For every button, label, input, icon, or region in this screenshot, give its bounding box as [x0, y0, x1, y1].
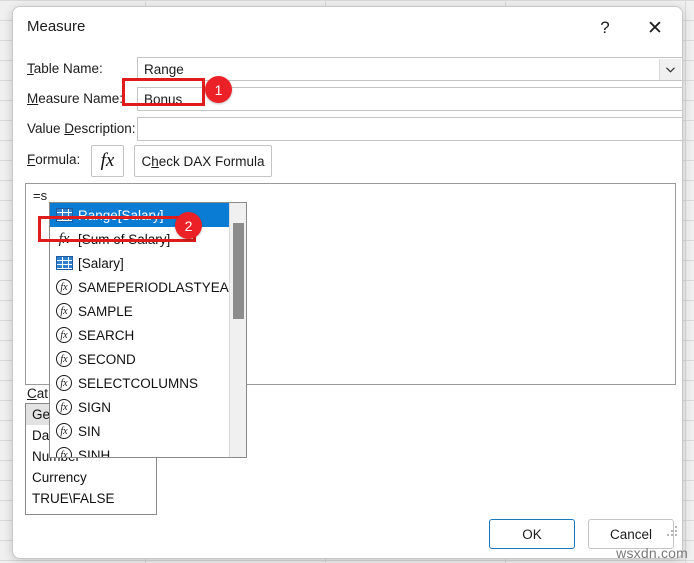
autocomplete-item-label: SINH	[78, 447, 111, 458]
grid-column-line	[685, 0, 686, 563]
table-column-icon	[54, 207, 74, 223]
dialog-titlebar: Measure ? ✕	[13, 7, 682, 49]
autocomplete-item-label: SEARCH	[78, 327, 135, 343]
table-name-row: Table Name: Range	[13, 57, 682, 81]
autocomplete-item-label: SIGN	[78, 399, 112, 415]
measure-name-label: Measure Name:	[27, 91, 124, 106]
autocomplete-item[interactable]: fx SECOND	[50, 347, 246, 371]
autocomplete-item-label: SAMPLE	[78, 303, 133, 319]
category-label: Cat	[27, 386, 49, 401]
autocomplete-item-label: SAMEPERIODLASTYEAR	[78, 279, 239, 295]
table-column-icon	[54, 255, 74, 271]
table-name-label: Table Name:	[27, 61, 103, 76]
autocomplete-scrollbar-thumb[interactable]	[233, 223, 244, 319]
function-fx-icon: fx	[54, 399, 74, 415]
help-icon[interactable]: ?	[582, 7, 628, 49]
close-icon[interactable]: ✕	[632, 7, 678, 49]
value-description-row: Value Description:	[13, 117, 682, 141]
autocomplete-item-label: [Salary]	[78, 255, 124, 271]
formula-label: Formula:	[27, 152, 81, 167]
function-fx-icon: fx	[54, 327, 74, 343]
check-dax-formula-button[interactable]: Ch eck DAX Formula	[134, 145, 272, 177]
autocomplete-item-label: SELECTCOLUMNS	[78, 375, 199, 391]
autocomplete-scrollbar[interactable]	[229, 203, 246, 457]
function-fx-icon: fx	[54, 447, 74, 457]
value-description-label: Value Description:	[27, 121, 136, 136]
resize-grip[interactable]	[667, 526, 677, 536]
formula-text: =s	[33, 188, 48, 203]
function-fx-icon: fx	[54, 351, 74, 367]
function-fx-icon: fx	[54, 279, 74, 295]
value-description-input[interactable]	[137, 117, 682, 141]
category-list-item[interactable]: TRUE\FALSE	[26, 488, 156, 509]
measure-name-row: Measure Name: Bonus	[13, 87, 682, 111]
grid-row-line	[0, 0, 694, 1]
autocomplete-item[interactable]: fx SINH	[50, 443, 246, 458]
autocomplete-item[interactable]: fx SAMEPERIODLASTYEAR	[50, 275, 246, 299]
measure-dialog: Measure ? ✕ Table Name: Range Measure Na…	[12, 6, 683, 559]
category-list-item[interactable]: Currency	[26, 467, 156, 488]
autocomplete-item-label: SECOND	[78, 351, 136, 367]
autocomplete-item[interactable]: fx [Sum of Salary]	[50, 227, 246, 251]
measure-name-value: Bonus	[144, 92, 183, 107]
table-name-value: Range	[144, 62, 184, 77]
function-fx-icon: fx	[54, 303, 74, 319]
autocomplete-item-label: SIN	[78, 423, 101, 439]
autocomplete-item[interactable]: fx SIN	[50, 419, 246, 443]
annotation-badge-1: 1	[205, 76, 232, 103]
watermark: wsxdn.com	[616, 545, 688, 561]
chevron-down-icon[interactable]	[659, 59, 681, 80]
measure-fx-icon: fx	[58, 230, 70, 247]
autocomplete-item[interactable]: fx SELECTCOLUMNS	[50, 371, 246, 395]
autocomplete-item[interactable]: Range[Salary]	[50, 203, 246, 227]
formula-autocomplete-popup[interactable]: Range[Salary] fx [Sum of Salary] [Salary] fx…	[49, 202, 247, 458]
grid-row-line	[0, 560, 694, 561]
autocomplete-item[interactable]: fx SIGN	[50, 395, 246, 419]
dialog-title: Measure	[27, 18, 86, 35]
autocomplete-item[interactable]: fx SAMPLE	[50, 299, 246, 323]
annotation-badge-2: 2	[175, 212, 202, 239]
ok-button[interactable]: OK	[489, 519, 575, 549]
function-fx-icon: fx	[54, 375, 74, 391]
autocomplete-item[interactable]: [Salary]	[50, 251, 246, 275]
autocomplete-item[interactable]: fx SEARCH	[50, 323, 246, 347]
insert-function-icon[interactable]: fx	[91, 145, 124, 177]
autocomplete-item-label: Range[Salary]	[78, 207, 164, 223]
autocomplete-item-label: [Sum of Salary]	[78, 231, 171, 247]
function-fx-icon: fx	[54, 423, 74, 439]
